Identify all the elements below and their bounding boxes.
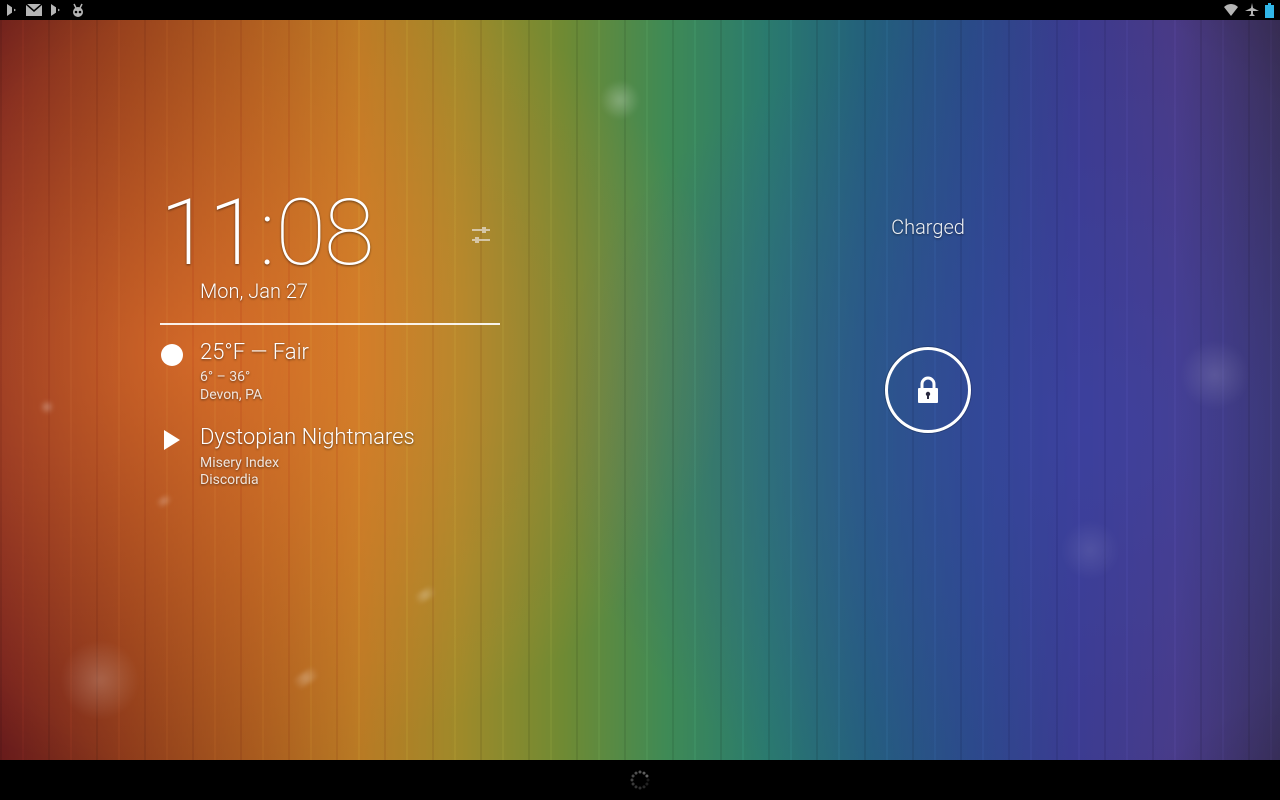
now-playing-track: Dystopian Nightmares — [200, 426, 415, 450]
cyanogenmod-icon — [70, 3, 86, 17]
now-playing-album: Discordia — [200, 472, 415, 490]
play-store-icon — [6, 3, 18, 17]
now-playing-artist: Misery Index — [200, 455, 415, 473]
clock-hour: 11 — [160, 195, 257, 273]
weather-range: 6° – 36° — [200, 369, 309, 387]
airplane-mode-icon — [1245, 3, 1259, 17]
unlock-ring[interactable] — [885, 347, 971, 433]
status-bar — [0, 0, 1280, 20]
gmail-icon — [26, 4, 42, 16]
play-store-icon — [50, 3, 62, 17]
lock-icon — [915, 375, 941, 405]
battery-status-label: Charged — [288, 215, 1280, 239]
weather-icon — [160, 341, 184, 366]
weather-summary: 25°F — Fair — [200, 341, 309, 365]
play-icon — [160, 426, 184, 451]
status-bar-right — [1223, 3, 1274, 18]
lockscreen-widget-panel[interactable]: 11 : 08 Mon, Jan 27 — [160, 195, 520, 512]
navigation-bar — [0, 760, 1280, 800]
status-bar-left — [6, 3, 86, 17]
weather-row[interactable]: 25°F — Fair 6° – 36° Devon, PA — [160, 341, 520, 404]
widget-divider — [160, 323, 500, 325]
clock-colon: : — [259, 195, 273, 273]
lockscreen-wallpaper: 11 : 08 Mon, Jan 27 — [0, 20, 1280, 760]
wifi-icon — [1223, 4, 1239, 16]
loading-spinner-icon — [630, 770, 650, 790]
now-playing-row[interactable]: Dystopian Nightmares Misery Index Discor… — [160, 426, 520, 489]
battery-icon — [1265, 3, 1274, 18]
weather-location: Devon, PA — [200, 387, 309, 405]
